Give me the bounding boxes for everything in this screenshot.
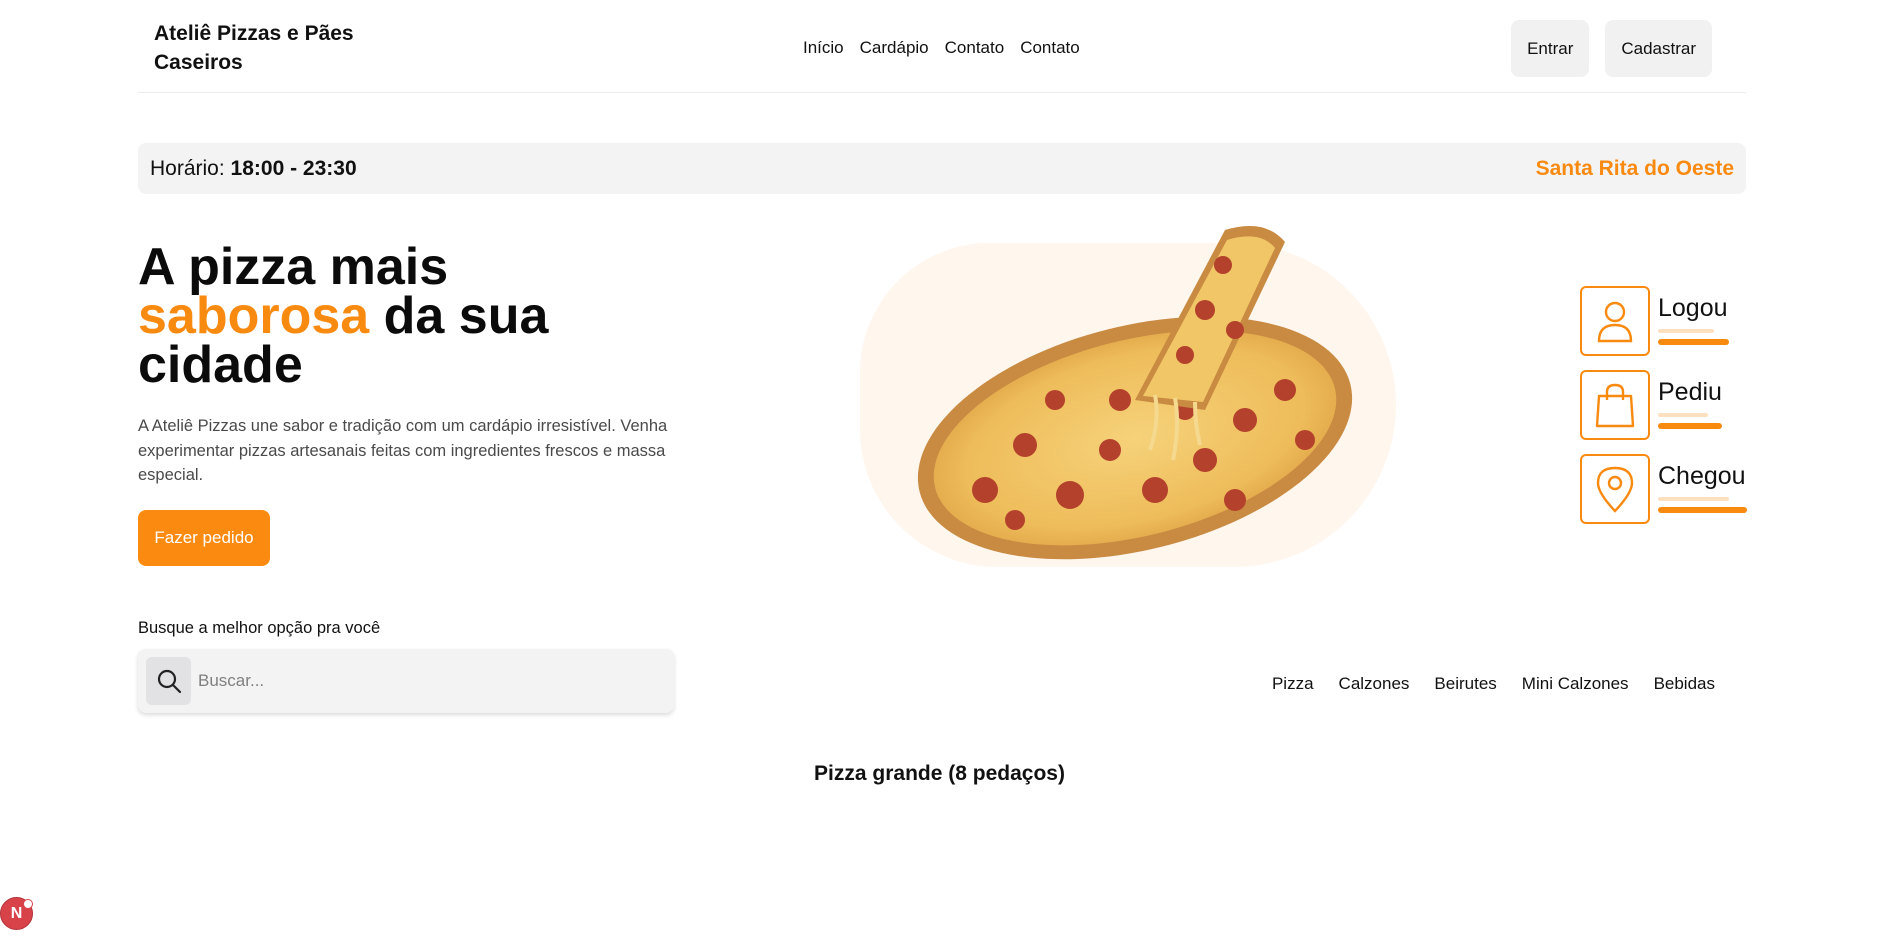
hours-bar: Horário: 18:00 - 23:30 Santa Rita do Oes… [138, 143, 1746, 194]
hours-label: Horário: [150, 157, 225, 180]
brand-name[interactable]: Ateliê Pizzas e Pães Caseiros [154, 19, 374, 77]
badge-indicator [23, 899, 33, 909]
step-bar-light [1658, 497, 1729, 501]
login-button[interactable]: Entrar [1511, 20, 1590, 77]
hero-title-line2: da sua [369, 287, 549, 345]
city-name: Santa Rita do Oeste [1535, 157, 1734, 180]
category-beirutes[interactable]: Beirutes [1434, 674, 1496, 694]
site-header: Ateliê Pizzas e Pães Caseiros Início Car… [138, 0, 1746, 93]
hero-title: A pizza mais saborosa da sua cidade [138, 241, 698, 391]
category-mini-calzones[interactable]: Mini Calzones [1522, 674, 1629, 694]
nav-link-cardapio[interactable]: Cardápio [860, 38, 929, 58]
hours-value: 18:00 - 23:30 [230, 157, 357, 180]
category-calzones[interactable]: Calzones [1339, 674, 1410, 694]
step-bar-dark [1658, 339, 1729, 345]
category-tabs: Pizza Calzones Beirutes Mini Calzones Be… [1272, 674, 1715, 694]
category-bebidas[interactable]: Bebidas [1654, 674, 1715, 694]
map-pin-icon [1580, 454, 1650, 524]
step-chegou: Chegou [1580, 454, 1780, 524]
step-pediu: Pediu [1580, 370, 1780, 440]
order-button[interactable]: Fazer pedido [138, 510, 270, 566]
category-pizza[interactable]: Pizza [1272, 674, 1314, 694]
step-bar-light [1658, 413, 1708, 417]
step-label-chegou: Chegou [1658, 462, 1746, 490]
step-bar-dark [1658, 423, 1722, 429]
nav-link-contato-2[interactable]: Contato [1020, 38, 1080, 58]
nav-link-inicio[interactable]: Início [803, 38, 844, 58]
step-logou: Logou [1580, 286, 1780, 356]
search-label: Busque a melhor opção pra você [138, 619, 381, 637]
step-label-logou: Logou [1658, 294, 1728, 322]
opening-hours: Horário: 18:00 - 23:30 [150, 157, 357, 181]
hero-title-line3: cidade [138, 336, 303, 394]
section-title: Pizza grande (8 pedaços) [814, 762, 1065, 785]
search-input[interactable] [198, 663, 658, 699]
step-bar-light [1658, 329, 1714, 333]
pizza-image [917, 226, 1353, 560]
user-icon [1580, 286, 1650, 356]
nav-link-contato[interactable]: Contato [945, 38, 1005, 58]
search-box [138, 649, 674, 713]
shopping-bag-icon [1580, 370, 1650, 440]
hero-description: A Ateliê Pizzas une sabor e tradição com… [138, 417, 668, 484]
step-label-pediu: Pediu [1658, 378, 1722, 406]
main-nav: Início Cardápio Contato Contato [803, 38, 1080, 58]
step-bar-dark [1658, 507, 1747, 513]
signup-button[interactable]: Cadastrar [1605, 20, 1712, 77]
auth-buttons: Entrar Cadastrar [1511, 20, 1712, 77]
search-icon[interactable] [146, 657, 191, 705]
